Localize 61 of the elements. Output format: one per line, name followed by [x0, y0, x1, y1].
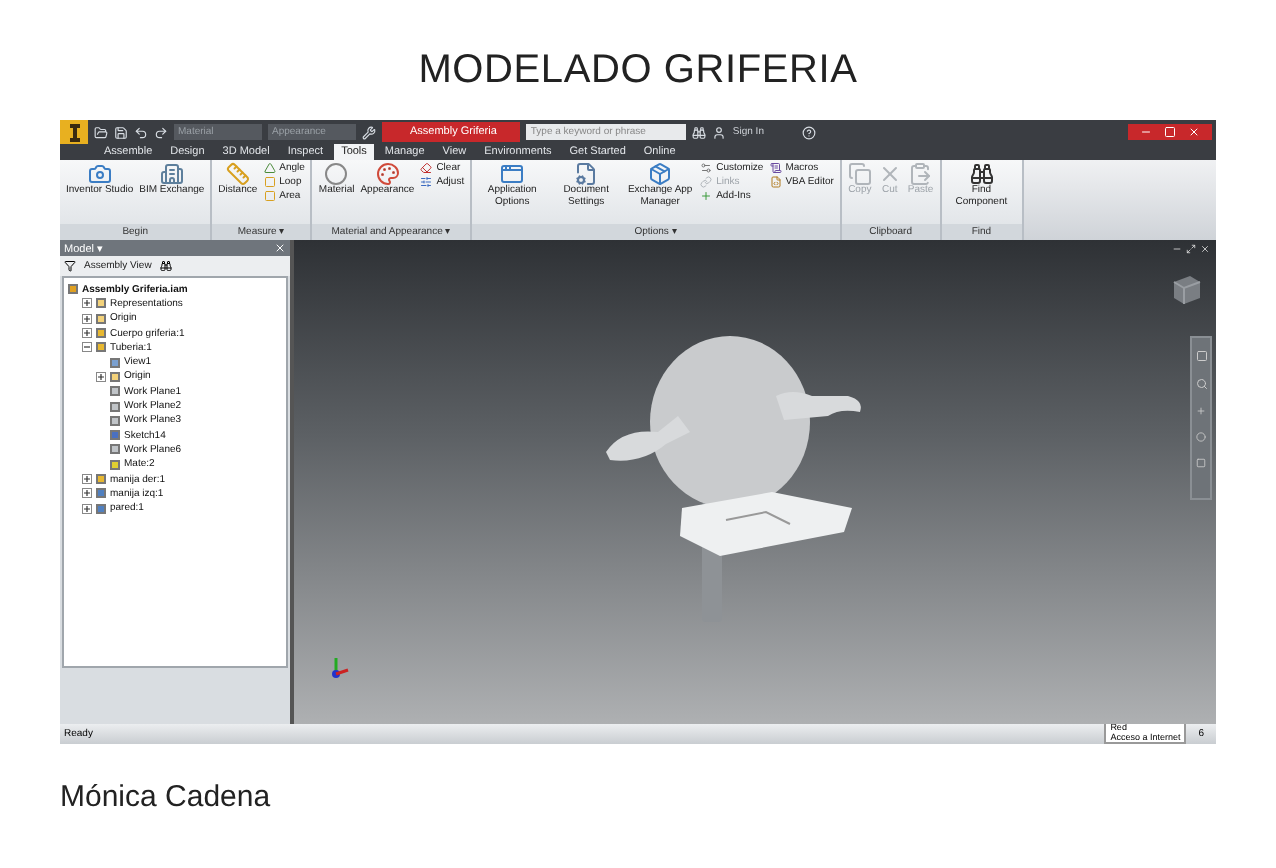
file-code-icon	[769, 176, 782, 188]
triangle-icon	[263, 162, 276, 174]
plus-icon	[700, 190, 713, 202]
node-icon	[110, 459, 120, 470]
author-name: Mónica Cadena	[58, 778, 273, 814]
cross-icon	[877, 162, 902, 186]
minimize-icon[interactable]	[1172, 244, 1182, 254]
sliders-icon	[420, 176, 433, 188]
wrench-icon[interactable]	[362, 125, 376, 139]
eraser-icon	[420, 162, 433, 174]
node-icon	[110, 444, 120, 455]
link-icon	[700, 176, 713, 188]
binoculars-icon	[969, 162, 994, 186]
expand-icon[interactable]	[82, 328, 92, 339]
expand-icon[interactable]	[82, 503, 92, 514]
node-icon	[96, 503, 106, 514]
axis-triad	[326, 652, 354, 684]
copy-icon	[847, 162, 872, 186]
building-icon	[159, 162, 184, 186]
ruler-icon	[225, 162, 250, 186]
3d-viewport[interactable]	[294, 240, 1216, 724]
palette-icon	[375, 162, 400, 186]
node-icon	[110, 415, 120, 426]
node-icon	[110, 357, 120, 368]
expand-icon[interactable]	[82, 488, 92, 499]
gear-icon	[700, 162, 713, 174]
package-icon	[648, 162, 673, 186]
node-icon	[110, 430, 120, 441]
maximize-icon[interactable]	[1164, 126, 1176, 138]
collapse-icon[interactable]	[82, 342, 92, 353]
filter-icon[interactable]	[64, 260, 76, 272]
node-icon	[96, 328, 106, 339]
node-icon	[96, 474, 106, 484]
expand-icon[interactable]	[82, 474, 92, 484]
open-icon[interactable]	[94, 125, 108, 139]
node-icon	[110, 386, 120, 397]
search-icon[interactable]	[159, 260, 172, 272]
sphere-icon	[324, 162, 349, 186]
file-gear-icon	[574, 162, 599, 186]
save-icon[interactable]	[114, 125, 128, 139]
help-icon[interactable]	[801, 125, 816, 139]
node-icon	[96, 488, 106, 499]
window-icon	[500, 162, 525, 186]
folder-icon	[110, 371, 120, 382]
expand-icon[interactable]	[82, 298, 92, 309]
maximize-icon[interactable]	[1186, 244, 1196, 254]
clipboard-icon	[908, 162, 933, 186]
node-icon	[68, 284, 78, 295]
user-icon[interactable]	[712, 125, 727, 139]
camera-icon	[87, 162, 112, 186]
scroll-icon	[769, 162, 782, 174]
redo-icon[interactable]	[154, 125, 168, 139]
node-icon	[110, 401, 120, 412]
app-logo	[60, 120, 88, 144]
slide-title: MODELADO GRIFERIA	[416, 45, 860, 95]
binoculars-icon[interactable]	[692, 125, 707, 139]
view-cube[interactable]	[1168, 272, 1204, 308]
expand-icon[interactable]	[82, 313, 92, 324]
undo-icon[interactable]	[134, 125, 148, 139]
expand-icon[interactable]	[96, 371, 106, 382]
node-icon	[96, 342, 106, 353]
